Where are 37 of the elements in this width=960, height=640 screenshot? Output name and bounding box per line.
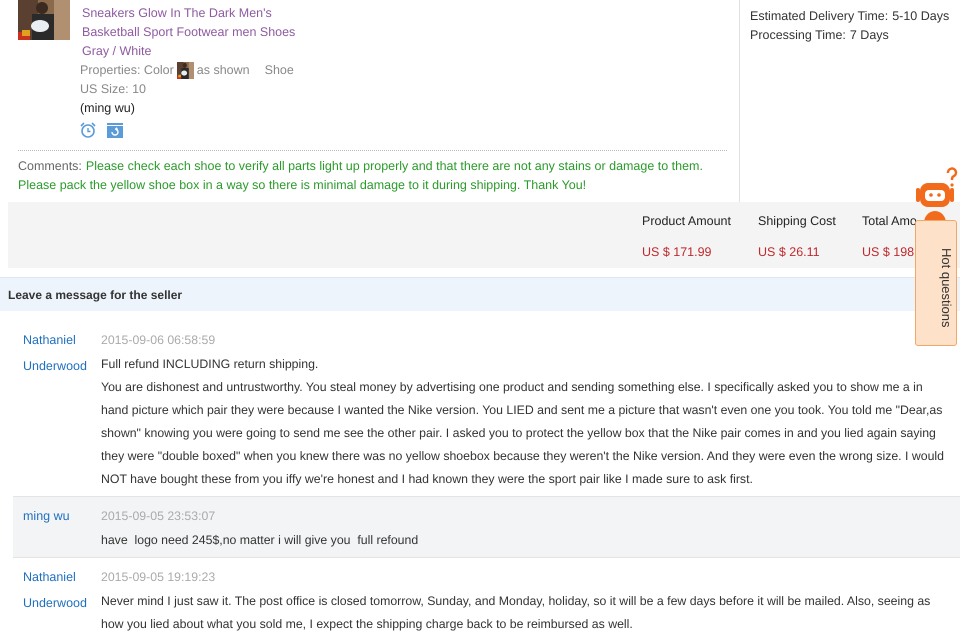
comment-text: Please pack the yellow shoe box in a way so there is minimal damage to it during shipping. Thank You! [18, 178, 586, 192]
section-title: Leave a message for the seller [8, 286, 182, 304]
delivery-value: 7 Days [850, 27, 889, 44]
comment-text: Please check each shoe to verify all parts light up properly and that there are not any stains or damage to them. [86, 159, 703, 173]
properties-value: Shoe [264, 62, 294, 79]
summary-amount: US $ 198 [862, 244, 916, 261]
delivery-label: Estimated Delivery Time: [750, 8, 888, 25]
properties-value: as shown [196, 62, 250, 79]
product-title[interactable]: Gray / White [82, 42, 296, 61]
summary-amount: US $ 171.99 [642, 244, 712, 261]
author-name[interactable]: Nathaniel [23, 564, 101, 590]
message-time: 2015-09-05 19:19:23 [101, 569, 216, 586]
message-text: You are dishonest and untrustworthy. You steal money by advertising one product and sending something else. I specifically asked you to show me a in hand picture which pair they were because I wanted the Nike version. You LIED and sent me a picture that wasn't even one you took. You told me "Dear,as shown" knowing you were going to send me see the other pair. I asked you to protect the yellow box that the Nike pair comes in and you lied again saying they were "double boxed" when you knew there was no yellow shoebox because they weren't the Nike version. And they were even the wrong size. I would NOT have bought these from you iffy we're honest and I had known they were the sport pair like I made sure to ask first. [101, 379, 945, 488]
summary-label: Shipping Cost [758, 213, 837, 230]
delivery-label: Processing Time: [750, 27, 846, 44]
author-name[interactable]: Nathaniel [23, 327, 101, 353]
alarm-clock-icon[interactable] [80, 122, 96, 138]
size-text: US Size: 10 [80, 81, 148, 98]
product-title[interactable]: Basketball Sport Footwear men Shoes [82, 23, 296, 42]
message-text: Full refund INCLUDING return shipping. [101, 356, 320, 373]
hot-questions-tab[interactable]: Hot questions [915, 220, 957, 346]
message-text: have logo need 245$,no matter i will give you full refound [101, 532, 420, 549]
message-time: 2015-09-06 06:58:59 [101, 332, 216, 349]
delivery-value: 5-10 Days [892, 8, 950, 25]
summary-amount: US $ 26.11 [758, 244, 821, 261]
comments-label: Comments: [18, 159, 82, 173]
author-name[interactable]: ming wu [23, 503, 101, 529]
author-name[interactable]: Underwood [23, 353, 101, 379]
buyer-name: (ming wu) [80, 100, 136, 117]
message-time: 2015-09-05 23:53:07 [101, 508, 216, 525]
message-text: Never mind I just saw it. The post office is closed tomorrow, Sunday, and Monday, holiday, so it will be a few days before it will be mailed. Also, seeing as how you lied about what you sold me, I expect the shipping charge back to be reimbursed as well. [101, 593, 932, 633]
properties-label: Properties: Color [80, 62, 174, 79]
summary-label: Product Amount [642, 213, 732, 230]
product-title[interactable]: Sneakers Glow In The Dark Men's [82, 4, 296, 23]
summary-label: Total Amo [862, 213, 918, 230]
calendar-refresh-icon[interactable] [107, 122, 123, 138]
author-name[interactable]: Underwood [23, 590, 101, 616]
